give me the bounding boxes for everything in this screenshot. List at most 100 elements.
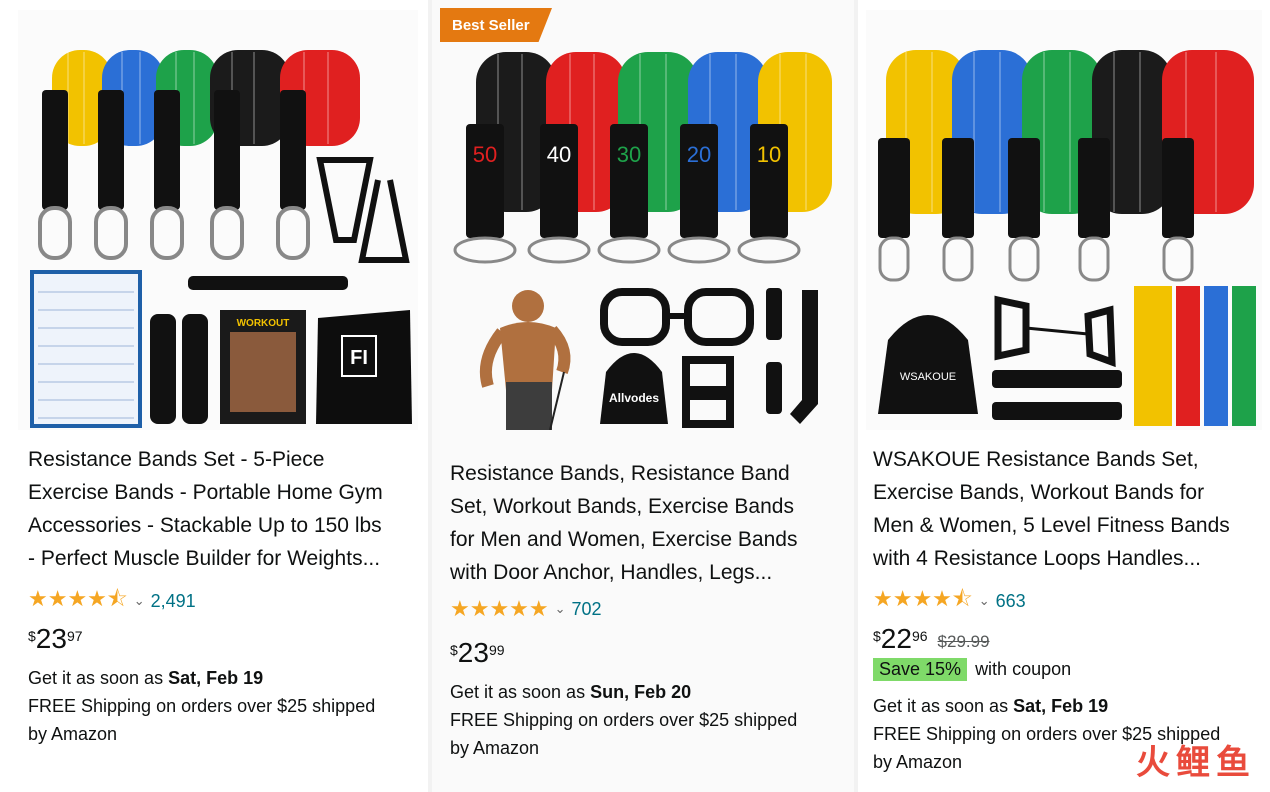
loop-band: [1204, 286, 1228, 426]
product-card-1[interactable]: WORKOUT FI Resistance Bands Set - 5-Piec…: [0, 0, 428, 792]
delivery-date: Sat, Feb 19: [1013, 696, 1109, 716]
coupon-row[interactable]: Save 15% with coupon: [873, 658, 1071, 681]
exercise-poster: [30, 270, 142, 428]
title-line[interactable]: Exercise Bands - Portable Home Gym: [28, 476, 383, 509]
title-line[interactable]: - Perfect Muscle Builder for Weights...: [28, 542, 383, 575]
band-weight-label: 40: [547, 142, 571, 167]
handles: [682, 356, 734, 428]
delivery-info: Get it as soon as Sun, Feb 20: [450, 678, 691, 706]
product-card-2[interactable]: Best Seller 50 40 30 20 10 Allvodes Resi…: [432, 0, 854, 792]
price-symbol: $: [873, 628, 881, 644]
band-weight-label: 20: [687, 142, 711, 167]
price[interactable]: $ 22 96 $29.99: [873, 624, 990, 654]
delivery-info: Get it as soon as Sat, Feb 19: [873, 692, 1108, 720]
watermark-char: 鲤: [1176, 744, 1210, 782]
handles: [994, 295, 1116, 368]
price-whole: 22: [880, 623, 912, 654]
delivery-prefix: Get it as soon as: [28, 668, 164, 688]
price-fraction: 96: [911, 628, 928, 644]
bag-label: Allvodes: [609, 391, 659, 405]
price[interactable]: $ 23 97: [28, 624, 83, 654]
ankle-strap: [992, 370, 1122, 388]
resistance-bands-photo: WSAKOUE: [878, 50, 1256, 426]
product-image[interactable]: 50 40 30 20 10 Allvodes: [440, 10, 844, 430]
athlete-figure: [479, 290, 571, 430]
coupon-suffix: with coupon: [975, 659, 1072, 679]
rating-row[interactable]: ★★★★★ ⌄ 702: [450, 596, 602, 622]
ankle-strap: [766, 288, 782, 340]
title-line[interactable]: Exercise Bands, Workout Bands for: [873, 476, 1230, 509]
price-fraction: 97: [66, 628, 83, 644]
product-card-3[interactable]: WSAKOUE WSAKOUE Resistance Bands Set, Ex…: [858, 0, 1270, 792]
band-weight-label: 50: [473, 142, 497, 167]
loop-band: [1134, 286, 1172, 426]
product-title[interactable]: Resistance Bands Set - 5-Piece Exercise …: [28, 443, 383, 575]
price[interactable]: $ 23 99: [450, 638, 505, 668]
shipping-line: by Amazon: [450, 738, 540, 758]
figure-8-band: [600, 288, 754, 346]
shipping-line: by Amazon: [28, 724, 118, 744]
review-count-link[interactable]: 663: [996, 591, 1026, 612]
door-anchor: [790, 290, 818, 424]
star-rating-icon[interactable]: ★★★★⯪: [28, 582, 128, 620]
title-line[interactable]: WSAKOUE Resistance Bands Set,: [873, 443, 1230, 476]
star-rating-icon[interactable]: ★★★★★: [450, 596, 549, 622]
svg-text:FI: FI: [350, 347, 368, 369]
watermark-logo: 火 鲤 鱼: [1136, 735, 1250, 784]
title-line[interactable]: Accessories - Stackable Up to 150 lbs: [28, 509, 383, 542]
loop-band: [1176, 286, 1200, 426]
best-seller-badge: Best Seller: [440, 8, 552, 42]
price-whole: 23: [457, 637, 489, 668]
delivery-date: Sat, Feb 19: [168, 668, 264, 688]
handles: [316, 157, 410, 263]
price-whole: 23: [35, 623, 67, 654]
title-line[interactable]: with 4 Resistance Loops Handles...: [873, 542, 1230, 575]
door-anchor: [992, 402, 1122, 420]
carry-bag: [878, 315, 978, 414]
ankle-strap: [182, 314, 208, 424]
delivery-date: Sun, Feb 20: [590, 682, 692, 702]
door-anchor: [188, 276, 348, 290]
title-line[interactable]: Resistance Bands, Resistance Band: [450, 457, 797, 490]
svg-text:WORKOUT: WORKOUT: [237, 318, 290, 329]
shipping-line: by Amazon: [873, 752, 963, 772]
coupon-badge[interactable]: Save 15%: [873, 658, 968, 681]
shipping-line: FREE Shipping on orders over $25 shipped: [28, 696, 376, 716]
review-count-link[interactable]: 2,491: [151, 591, 196, 612]
product-title[interactable]: WSAKOUE Resistance Bands Set, Exercise B…: [873, 443, 1230, 575]
title-line[interactable]: with Door Anchor, Handles, Legs...: [450, 556, 797, 589]
delivery-prefix: Get it as soon as: [873, 696, 1009, 716]
chevron-down-icon[interactable]: ⌄: [555, 601, 566, 617]
ankle-strap: [766, 362, 782, 414]
shipping-line: FREE Shipping on orders over $25 shipped: [450, 710, 798, 730]
price-symbol: $: [450, 642, 458, 658]
star-rating-icon[interactable]: ★★★★⯪: [873, 582, 973, 620]
product-title[interactable]: Resistance Bands, Resistance Band Set, W…: [450, 457, 797, 589]
price-fraction: 99: [488, 642, 505, 658]
title-line[interactable]: Set, Workout Bands, Exercise Bands: [450, 490, 797, 523]
title-line[interactable]: Resistance Bands Set - 5-Piece: [28, 443, 383, 476]
review-count-link[interactable]: 702: [572, 599, 602, 620]
bag-label: WSAKOUE: [900, 371, 956, 383]
title-line[interactable]: Men & Women, 5 Level Fitness Bands: [873, 509, 1230, 542]
title-line[interactable]: for Men and Women, Exercise Bands: [450, 523, 797, 556]
delivery-info: Get it as soon as Sat, Feb 19: [28, 664, 263, 692]
loop-band: [1232, 286, 1256, 426]
rating-row[interactable]: ★★★★⯪ ⌄ 663: [873, 582, 1026, 620]
carry-bag: [600, 353, 668, 424]
resistance-bands-photo: WORKOUT FI: [30, 50, 412, 428]
resistance-bands-photo: 50 40 30 20 10 Allvodes: [453, 52, 832, 430]
band-coils: [886, 50, 1254, 214]
product-image[interactable]: WSAKOUE: [866, 10, 1262, 430]
band-weight-label: 30: [617, 142, 641, 167]
rating-row[interactable]: ★★★★⯪ ⌄ 2,491: [28, 582, 196, 620]
list-price: $29.99: [937, 632, 990, 651]
product-image[interactable]: WORKOUT FI: [18, 10, 418, 430]
price-symbol: $: [28, 628, 36, 644]
watermark-char: 火: [1136, 744, 1170, 782]
chevron-down-icon[interactable]: ⌄: [979, 593, 990, 609]
chevron-down-icon[interactable]: ⌄: [134, 593, 145, 609]
watermark-char: 鱼: [1216, 744, 1250, 782]
band-weight-label: 10: [757, 142, 781, 167]
ankle-strap: [150, 314, 176, 424]
